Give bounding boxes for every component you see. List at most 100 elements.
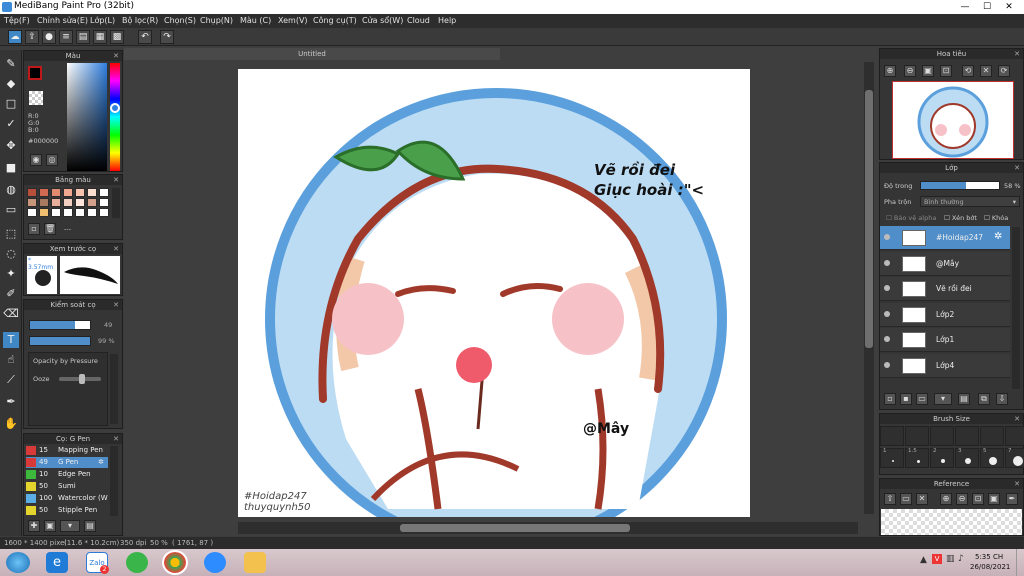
clock-time[interactable]: 5:35 CH bbox=[975, 553, 1003, 561]
duplicate-layer-icon[interactable]: ⧉ bbox=[978, 393, 990, 405]
rotate-left-icon[interactable]: ⟲ bbox=[962, 65, 974, 77]
gear-icon[interactable]: ✲ bbox=[994, 231, 1002, 242]
foreground-swatch[interactable] bbox=[28, 66, 42, 80]
tray-app-icon[interactable]: V bbox=[932, 554, 942, 564]
palette-swatch[interactable] bbox=[51, 208, 61, 217]
palette-swatches[interactable] bbox=[27, 188, 111, 218]
move-tool-icon[interactable]: ✥ bbox=[3, 138, 19, 154]
file-explorer-icon[interactable] bbox=[244, 552, 266, 573]
cloud-icon[interactable]: ☁ bbox=[8, 30, 22, 44]
palette-swatch[interactable] bbox=[99, 208, 109, 217]
vertical-scrollbar-thumb[interactable] bbox=[865, 90, 873, 348]
upload-icon[interactable]: ⇧ bbox=[884, 493, 896, 505]
zoom-in-icon[interactable]: ⊕ bbox=[884, 65, 896, 77]
layer-folder-icon[interactable]: ▤ bbox=[958, 393, 970, 405]
brush-list-scrollbar[interactable] bbox=[110, 446, 118, 516]
protect-alpha-checkbox[interactable]: ☐ Bảo vệ alpha bbox=[886, 214, 936, 222]
rotate-right-icon[interactable]: ⟳ bbox=[998, 65, 1010, 77]
close-icon[interactable]: ✕ bbox=[113, 300, 119, 310]
palette-swatch[interactable] bbox=[75, 208, 85, 217]
reset-rotate-icon[interactable]: ✕ bbox=[980, 65, 992, 77]
brush-size-cell[interactable]: 3 bbox=[955, 448, 979, 468]
open-folder-icon[interactable]: ▭ bbox=[900, 493, 912, 505]
lasso-tool-icon[interactable]: ◌ bbox=[3, 246, 19, 262]
brush-settings-icon[interactable]: ▤ bbox=[84, 520, 96, 532]
brush-item[interactable]: 100 Watercolor (W bbox=[26, 493, 108, 504]
close-icon[interactable]: ✕ bbox=[113, 51, 119, 61]
undo-icon[interactable]: ↶ bbox=[138, 30, 152, 44]
export-icon[interactable]: ⇪ bbox=[25, 30, 39, 44]
volume-icon[interactable]: ♪ bbox=[958, 554, 964, 564]
visibility-icon[interactable] bbox=[884, 361, 890, 368]
layer-row[interactable]: Lớp2 bbox=[880, 302, 1010, 327]
menu-color[interactable]: Màu (C) bbox=[240, 16, 271, 25]
palette-swatch[interactable] bbox=[99, 188, 109, 197]
palette-swatch[interactable] bbox=[63, 198, 73, 207]
new-layer-1bit-icon[interactable]: ▭ bbox=[916, 393, 928, 405]
menu-window[interactable]: Cửa sổ(W) bbox=[362, 16, 403, 25]
hue-slider[interactable] bbox=[110, 63, 120, 171]
palette-swatch[interactable] bbox=[87, 188, 97, 197]
eyedropper-icon[interactable]: ✒ bbox=[3, 394, 19, 410]
layer-row[interactable]: Lớp1 bbox=[880, 328, 1010, 352]
menu-file[interactable]: Tệp(F) bbox=[4, 16, 30, 25]
drawing-canvas[interactable]: Vẽ rồi đei Giục hoài :"< @Mây #Hoidap247… bbox=[238, 69, 750, 517]
eraser-tool-icon[interactable]: ◆ bbox=[3, 76, 19, 92]
brush-size-cell[interactable] bbox=[1005, 426, 1024, 446]
close-icon[interactable]: ✕ bbox=[1014, 479, 1020, 489]
visibility-icon[interactable] bbox=[884, 285, 890, 291]
brush-size-cell[interactable]: 1 bbox=[880, 448, 904, 468]
panel-icon[interactable]: ▤ bbox=[76, 30, 90, 44]
brush-opacity-slider[interactable] bbox=[29, 336, 91, 346]
shape-tool-icon[interactable]: □ bbox=[3, 96, 19, 112]
brush-size-cell[interactable]: 7 bbox=[1005, 448, 1024, 468]
menu-view[interactable]: Xem(V) bbox=[278, 16, 308, 25]
palette-swatch[interactable] bbox=[27, 188, 37, 197]
gradient-tool-icon[interactable]: ▭ bbox=[3, 202, 19, 218]
palette-scrollbar[interactable] bbox=[112, 188, 120, 218]
layer-opacity-slider[interactable] bbox=[920, 181, 1000, 190]
select-check-icon[interactable]: ✓ bbox=[3, 116, 19, 132]
palette-swatch[interactable] bbox=[87, 208, 97, 217]
brush-item[interactable]: 50 Sumi bbox=[26, 481, 108, 492]
brush-item[interactable]: 15 Mapping Pen bbox=[26, 445, 108, 456]
new-palette-icon[interactable]: ▫ bbox=[28, 223, 40, 235]
layer-row[interactable]: Vẽ rồi đei bbox=[880, 277, 1010, 301]
ref-zoom-out-icon[interactable]: ⊖ bbox=[956, 493, 968, 505]
magic-wand-icon[interactable]: ✦ bbox=[3, 266, 19, 282]
operation-tool-icon[interactable]: ☝ bbox=[3, 352, 19, 368]
brush-size-cell[interactable]: 1.5 bbox=[905, 448, 929, 468]
gear-icon[interactable]: ✲ bbox=[98, 457, 104, 468]
delete-palette-icon[interactable]: 🗑 bbox=[44, 223, 56, 235]
palette-swatch[interactable] bbox=[39, 188, 49, 197]
visibility-icon[interactable] bbox=[884, 310, 890, 317]
bucket-tool-icon[interactable]: ◍ bbox=[3, 182, 19, 198]
text-tool-icon[interactable]: T bbox=[3, 332, 19, 348]
brush-size-cell[interactable] bbox=[955, 426, 979, 446]
zoom-meeting-icon[interactable] bbox=[204, 552, 226, 573]
minimize-button[interactable]: — bbox=[954, 0, 976, 14]
coccoc-browser-icon[interactable] bbox=[126, 552, 148, 573]
add-layer-menu-icon[interactable]: ▾ bbox=[934, 393, 952, 405]
close-icon[interactable]: ✕ bbox=[1014, 49, 1020, 59]
color-wheel-icon[interactable]: ◉ bbox=[30, 154, 42, 166]
fit-icon[interactable]: ▣ bbox=[922, 65, 934, 77]
visibility-icon[interactable] bbox=[884, 234, 890, 240]
close-icon[interactable]: ✕ bbox=[113, 244, 119, 254]
saturation-value-square[interactable] bbox=[67, 63, 107, 171]
menu-help[interactable]: Help bbox=[438, 16, 456, 25]
brush-settings-scrollbar[interactable] bbox=[110, 354, 118, 424]
reference-canvas[interactable] bbox=[881, 509, 1022, 535]
palette-swatch[interactable] bbox=[75, 198, 85, 207]
ref-eyedropper-icon[interactable]: ✒ bbox=[1006, 493, 1018, 505]
stack-icon[interactable]: ≡ bbox=[59, 30, 73, 44]
brush-item[interactable]: 50 Stipple Pen bbox=[26, 505, 108, 516]
palette-swatch[interactable] bbox=[63, 188, 73, 197]
document-tab[interactable]: Untitled bbox=[124, 48, 500, 60]
layer-row[interactable]: @Mây bbox=[880, 251, 1010, 276]
menu-tools[interactable]: Công cụ(T) bbox=[313, 16, 357, 25]
brush-size-cell[interactable]: 2 bbox=[930, 448, 954, 468]
blend-mode-select[interactable]: Bình thường ▾ bbox=[920, 196, 1020, 207]
lock-checkbox[interactable]: ☐ Khóa bbox=[984, 214, 1008, 222]
close-button[interactable]: ✕ bbox=[998, 0, 1020, 14]
